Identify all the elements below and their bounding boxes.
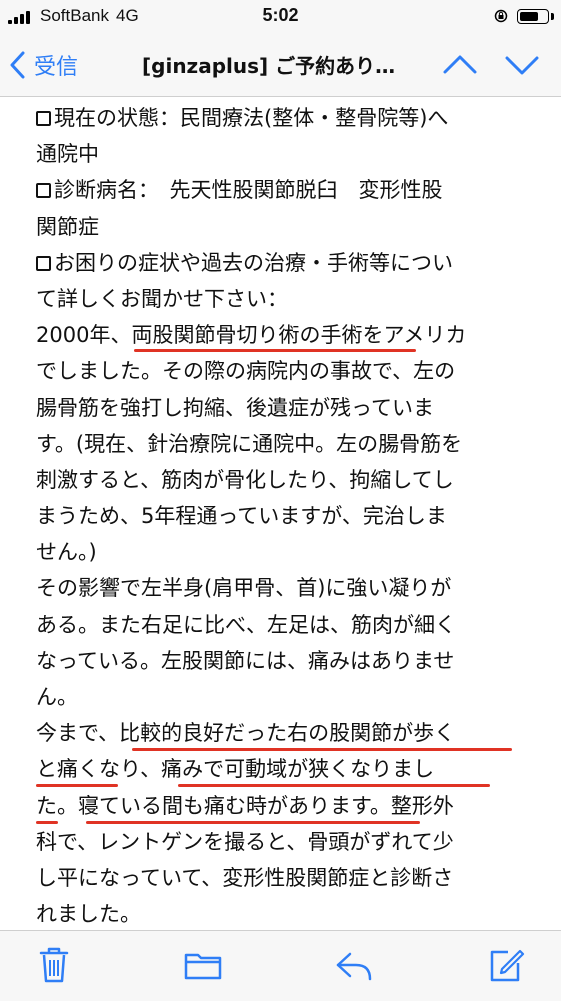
back-to-inbox-button[interactable]: 受信 — [10, 46, 78, 84]
body-line: ん。 — [36, 685, 78, 709]
body-line: 通院中 — [36, 142, 99, 167]
body-line: し平になっていて、変形性股関節症と診断さ — [36, 865, 454, 890]
body-line: ある。また右足に比べ、左足は、筋肉が細く — [36, 612, 456, 637]
highlight-underline — [134, 349, 416, 353]
trash-icon[interactable] — [34, 945, 74, 985]
body-line: て詳しくお聞かせ下さい： — [36, 286, 288, 311]
chevron-down-icon[interactable] — [502, 48, 542, 82]
checkbox-icon — [36, 111, 51, 126]
body-line: 今まで、比較的良好だった右の股関節が歩く — [36, 715, 536, 752]
body-line: その影響で左半身(肩甲骨、首)に強い凝りが — [36, 576, 452, 601]
message-toolbar — [0, 930, 561, 1001]
body-line: せん。) — [36, 540, 97, 565]
battery-icon — [517, 9, 549, 24]
reply-icon[interactable] — [334, 945, 374, 985]
compose-icon[interactable] — [486, 945, 526, 985]
body-line: と痛くなり、痛みで可動域が狭くなりまし — [36, 751, 536, 788]
battery-tip — [551, 13, 554, 20]
clock: 5:02 — [262, 5, 299, 25]
orientation-lock-icon — [494, 9, 508, 23]
body-line: れました。 — [36, 902, 141, 927]
back-label: 受信 — [34, 55, 79, 80]
body-line: 2000年、両股関節骨切り術の手術をアメリカ — [36, 317, 536, 353]
body-line: まうため、5年程通っていますが、完治しま — [36, 504, 447, 529]
body-line: お困りの症状や過去の治療・手術等につい — [36, 245, 536, 281]
body-line: 現在の状態：民間療法(整体・整骨院等)へ — [36, 100, 536, 136]
body-line: なっている。左股関節には、痛みはありませ — [36, 648, 455, 673]
body-line: 科で、レントゲンを撮ると、骨頭がずれて少 — [36, 829, 454, 854]
checkbox-icon — [36, 183, 51, 199]
message-body: 現在の状態：民間療法(整体・整骨院等)へ 通院中 診断病名： 先天性股関節脱臼 … — [36, 100, 536, 932]
body-line: す。(現在、針治療院に通院中。左の腸骨筋を — [36, 431, 463, 456]
chevron-up-icon[interactable] — [440, 48, 480, 82]
body-line: た。寝ている間も痛む時があります。整形外 — [36, 788, 536, 824]
checkbox-icon — [36, 255, 51, 271]
body-line: 腸骨筋を強打し拘縮、後遺症が残っていま — [36, 395, 434, 420]
folder-icon[interactable] — [183, 945, 223, 985]
message-subject-title: [ginzaplus] ご予約あり… — [142, 54, 396, 78]
body-line: 診断病名： 先天性股関節脱臼 変形性股 — [36, 172, 536, 208]
mail-navigation-bar: 受信 [ginzaplus] ご予約あり… — [0, 34, 561, 97]
body-line: でしました。その際の病院内の事故で、左の — [36, 359, 456, 384]
chevron-left-icon — [10, 51, 25, 79]
body-line: 関節症 — [36, 214, 99, 239]
status-bar: SoftBank 4G 5:02 — [0, 0, 561, 34]
body-line: 刺激すると、筋肉が骨化したり、拘縮してし — [36, 467, 454, 492]
